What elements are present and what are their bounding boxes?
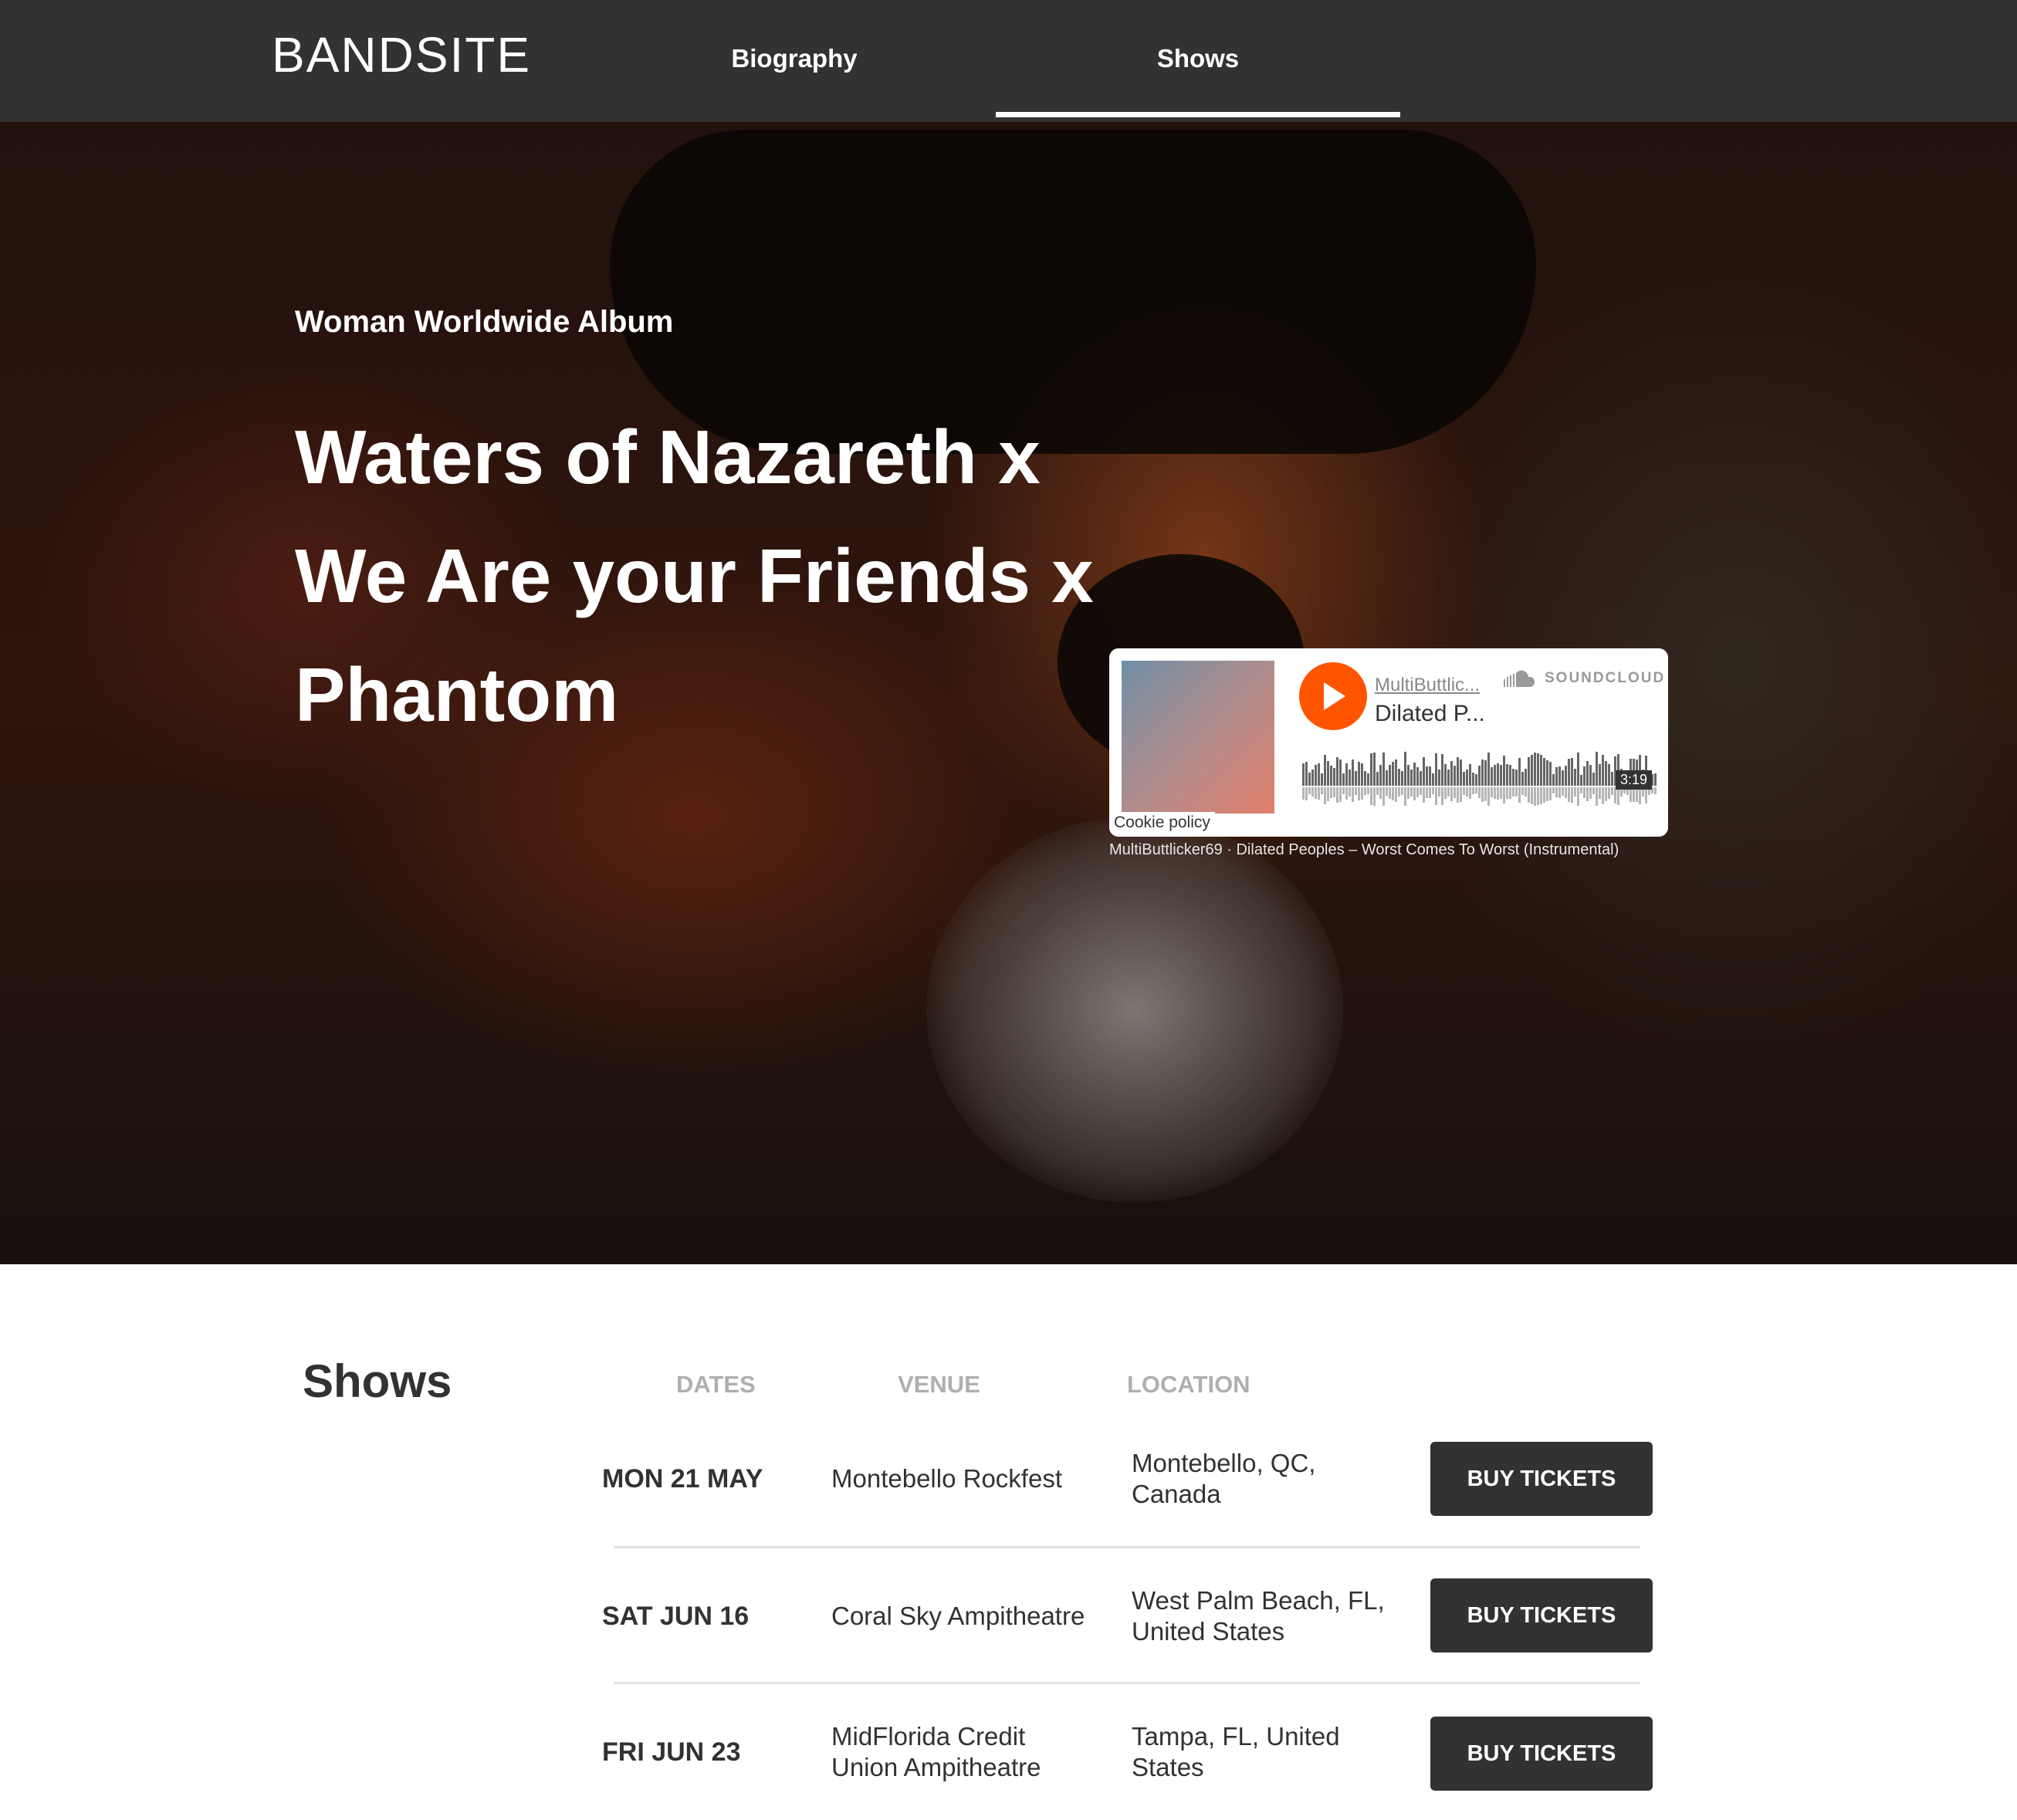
column-header-venue: VENUE [898, 1371, 980, 1398]
show-date: MON 21 MAY [602, 1463, 763, 1494]
show-date: SAT JUN 16 [602, 1601, 750, 1631]
column-header-location: LOCATION [1127, 1371, 1250, 1398]
buy-tickets-button[interactable]: BUY TICKETS [1430, 1578, 1653, 1653]
cookie-policy-link[interactable]: Cookie policy [1109, 812, 1215, 834]
site-logo[interactable]: BANDSITE [272, 26, 531, 83]
show-location: Tampa, FL, United States [1132, 1722, 1340, 1781]
track-artwork[interactable] [1122, 661, 1274, 814]
play-button[interactable] [1299, 662, 1367, 730]
show-venue: MidFlorida Credit Union Ampitheatre [831, 1722, 1041, 1781]
shows-heading: Shows [303, 1355, 452, 1407]
track-duration: 3:19 [1616, 770, 1653, 790]
show-row: MON 21 MAY Montebello Rockfest Montebell… [602, 1411, 1653, 1547]
nav-link-shows[interactable]: Shows [996, 0, 1400, 117]
soundcloud-icon [1504, 670, 1535, 687]
hero-title: Waters of Nazareth x We Are your Friends… [295, 414, 1094, 737]
show-date: FRI JUN 23 [602, 1737, 741, 1767]
soundcloud-player[interactable]: Cookie policy MultiButtlic... Dilated P.… [1109, 648, 1668, 837]
show-venue: Montebello Rockfest [831, 1464, 1062, 1493]
waveform[interactable] [1302, 741, 1657, 810]
buy-tickets-button[interactable]: BUY TICKETS [1430, 1442, 1653, 1516]
soundcloud-caption[interactable]: MultiButtlicker69 · Dilated Peoples – Wo… [1109, 841, 1696, 859]
track-title[interactable]: Dilated P... [1375, 701, 1485, 727]
show-venue: Coral Sky Ampitheatre [831, 1602, 1085, 1630]
soundcloud-logo[interactable]: SOUNDCLOUD [1503, 670, 1665, 687]
buy-tickets-button[interactable]: BUY TICKETS [1430, 1717, 1653, 1791]
track-user-link[interactable]: MultiButtlic... [1375, 675, 1480, 696]
show-location: West Palm Beach, FL, United States [1132, 1586, 1385, 1646]
hero-subtitle: Woman Worldwide Album [295, 305, 674, 339]
top-nav: BANDSITE Biography Shows [0, 0, 2017, 122]
nav-link-biography[interactable]: Biography [592, 0, 997, 117]
nav-active-indicator [996, 112, 1400, 117]
show-location: Montebello, QC, Canada [1132, 1449, 1316, 1508]
show-row: FRI JUN 23 MidFlorida Credit Union Ampit… [602, 1684, 1653, 1820]
column-header-dates: DATES [676, 1371, 756, 1398]
play-icon [1324, 682, 1345, 710]
soundcloud-brand-text: SOUNDCLOUD [1545, 670, 1666, 686]
show-row: SAT JUN 16 Coral Sky Ampitheatre West Pa… [602, 1548, 1653, 1684]
